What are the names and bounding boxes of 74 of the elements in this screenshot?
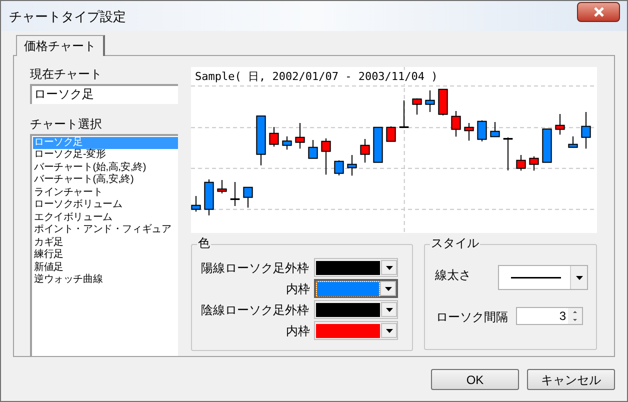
candle [438,88,448,116]
candle [386,126,396,142]
candle [451,110,461,138]
field-label: 線太さ [435,268,471,282]
candle [373,126,383,163]
list-item[interactable]: エクイボリューム [33,212,178,224]
candle [217,180,227,194]
candle [347,154,357,176]
candle [321,138,331,176]
candle-spacing-spinner[interactable]: 3 [516,307,583,325]
tab[interactable]: 価格チャート [16,35,105,56]
line-sample-icon [511,276,561,278]
candle [542,128,552,163]
current-chart-field[interactable]: ローソク足 [30,84,178,104]
caret-icon [384,286,392,290]
color-label: 陽線ローソク足外枠 [200,260,310,274]
color-dropdown[interactable] [314,279,398,298]
list-item[interactable]: 練行足 [33,249,178,262]
candle [581,112,591,150]
color-label: 内枠 [285,282,311,296]
color-label: 陰線ローソク足外枠 [200,302,310,316]
color-dropdown[interactable] [314,300,398,319]
candle [516,154,526,172]
list-item[interactable]: ローソクボリューム [33,199,178,212]
list-item[interactable]: ラインチャート [33,186,178,200]
candle [243,186,253,208]
close-icon [592,7,604,17]
candle [334,160,344,176]
field-label: チャート選択 [30,116,103,131]
candle [412,98,422,116]
list-item[interactable]: カギ足 [33,236,178,250]
chart-type-list[interactable]: ローソク足 ローソク足-変形 バーチャート(始,高,安,終) バーチャート(高,安,終) ラインチャート ローソクボリューム エクイボリューム ポイント・アンド・フィギュア カギ足 練行足 新値足 逆ウォッチ曲線 [30,134,178,356]
color-label: 内枠 [285,324,311,338]
field-label: 現在チャート [30,67,103,81]
color-dropdown[interactable] [314,321,398,340]
candle [204,178,214,216]
candle [503,136,513,171]
candle [490,122,500,138]
group-title: 色 [197,236,211,250]
close-button[interactable] [577,2,620,22]
spin-arrows-icon [568,308,582,324]
list-item[interactable]: ポイント・アンド・フィギュア [33,224,178,237]
group-title: スタイル [430,236,480,250]
list-item[interactable]: 新値足 [33,262,178,274]
candle [399,100,409,128]
list-item[interactable]: ローソク足-変形 [33,149,178,162]
candle [308,140,318,159]
field-label: ローソク間隔 [436,310,508,324]
chart-title: Sample( 日, 2002/01/07 - 2003/11/04 ) [195,70,438,84]
candle [256,116,266,166]
window-title: チャートタイプ設定 [9,8,126,26]
caret-icon [386,328,392,332]
candle [191,196,201,212]
list-item[interactable]: バーチャート(始,高,安,終) [33,162,178,174]
candle [295,122,305,150]
dialog-button[interactable]: OK [431,369,519,390]
color-dropdown[interactable] [314,258,398,277]
dialog-button[interactable]: キャンセル [527,369,615,390]
caret-icon [386,266,392,270]
candle [529,156,539,172]
candle [477,120,487,142]
candle [425,90,435,112]
candle [464,122,474,142]
candle [360,138,370,164]
candle [555,114,565,136]
line-width-dropdown[interactable] [498,265,588,290]
list-item[interactable]: 逆ウォッチ曲線 [33,274,178,287]
candle [230,182,240,206]
caret-icon [386,308,392,312]
list-item[interactable]: バーチャート(高,安,終) [33,174,178,187]
candle [568,136,578,148]
caret-icon [576,276,582,280]
candle [269,126,279,148]
candle [282,136,292,150]
